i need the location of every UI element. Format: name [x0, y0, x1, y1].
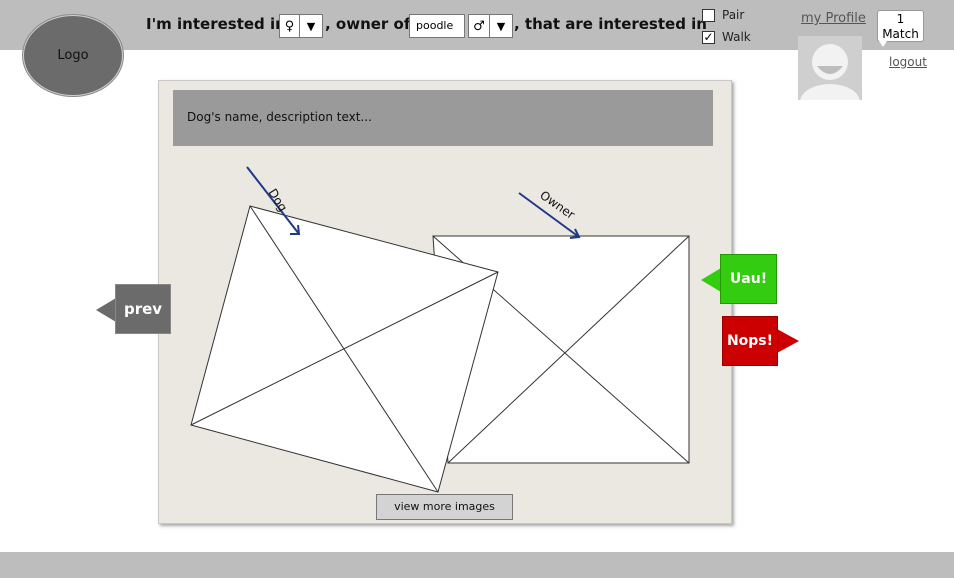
- filter-text-owner: , owner of: [325, 15, 411, 33]
- chevron-down-icon: ▼: [306, 19, 316, 33]
- user-avatar-icon: [800, 44, 860, 100]
- breed-input[interactable]: poodle: [409, 14, 465, 38]
- image-area: Dog Owner: [190, 166, 690, 493]
- gender-female-icon: ♀: [280, 15, 300, 37]
- gender-male-icon: ♂: [469, 15, 490, 37]
- like-button[interactable]: Uau!: [720, 254, 777, 304]
- prev-tail: [96, 298, 116, 322]
- walk-label: Walk: [722, 30, 751, 44]
- check-icon: ✓: [703, 30, 714, 44]
- dog-label: Dog: [265, 186, 290, 214]
- dislike-button[interactable]: Nops!: [722, 316, 778, 366]
- my-profile-link[interactable]: my Profile: [801, 11, 866, 26]
- filter-text-that-are: , that are interested in: [514, 15, 707, 33]
- chevron-down-icon: ▼: [496, 19, 506, 33]
- like-tail: [701, 268, 721, 292]
- pair-checkbox[interactable]: [702, 9, 715, 22]
- owner-label: Owner: [537, 188, 577, 222]
- logo[interactable]: Logo: [23, 15, 123, 96]
- prev-button[interactable]: prev: [115, 284, 171, 334]
- pair-label: Pair: [722, 8, 745, 22]
- match-count: 1: [896, 12, 905, 26]
- gender-dropdown-1[interactable]: ♀ ▼: [279, 14, 323, 38]
- badge-tail: [879, 41, 887, 47]
- logout-link[interactable]: logout: [889, 55, 927, 69]
- filter-text-interested: I'm interested in: [146, 15, 286, 33]
- gender-dropdown-2[interactable]: ♂ ▼: [468, 14, 513, 38]
- match-badge[interactable]: 1 Match: [877, 10, 924, 42]
- walk-checkbox[interactable]: ✓: [702, 31, 715, 44]
- dislike-tail: [777, 329, 799, 353]
- logo-label: Logo: [57, 48, 89, 63]
- avatar[interactable]: [798, 36, 862, 100]
- footer-bar: [0, 552, 954, 578]
- view-more-images-button[interactable]: view more images: [376, 494, 513, 520]
- match-label: Match: [882, 27, 919, 41]
